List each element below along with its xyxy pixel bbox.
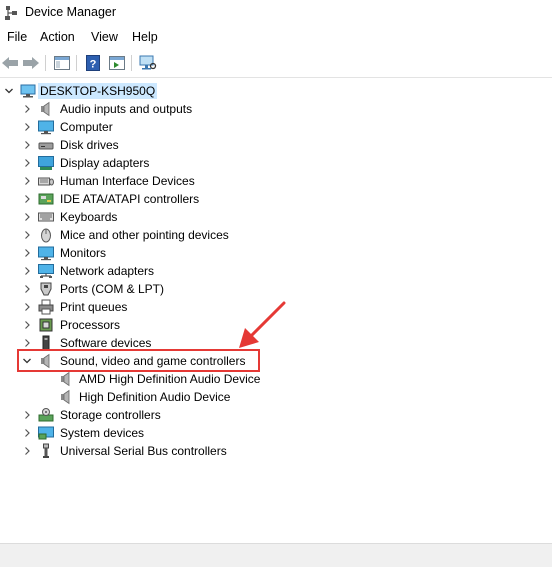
speaker-icon xyxy=(38,101,54,117)
chevron-right-icon[interactable] xyxy=(22,194,32,204)
tree-item-label: Network adapters xyxy=(60,264,155,278)
network-adapter-icon xyxy=(38,263,54,279)
tree-item-label: Keyboards xyxy=(60,210,118,224)
tree-item-display-adapters[interactable]: Display adapters xyxy=(0,154,300,172)
chevron-right-icon[interactable] xyxy=(22,266,32,276)
computer-name: DESKTOP-KSH950Q xyxy=(38,83,158,99)
chevron-right-icon[interactable] xyxy=(22,446,32,456)
mouse-icon xyxy=(38,227,54,243)
chevron-right-icon[interactable] xyxy=(22,104,32,114)
properties-icon[interactable] xyxy=(107,53,127,73)
hid-icon xyxy=(38,173,54,189)
toolbar-separator xyxy=(45,55,46,71)
annotation-arrow-icon xyxy=(239,301,286,348)
toolbar-separator xyxy=(76,55,77,71)
chevron-right-icon[interactable] xyxy=(22,158,32,168)
tree-item-monitors[interactable]: Monitors xyxy=(0,244,300,262)
system-device-icon xyxy=(38,425,54,441)
window-title: Device Manager xyxy=(25,5,117,19)
svg-text:?: ? xyxy=(90,59,97,71)
tree-item-human-interface-devices[interactable]: Human Interface Devices xyxy=(0,172,300,190)
usb-icon xyxy=(38,443,54,459)
annotation-highlight-box xyxy=(17,349,260,372)
display-adapter-icon xyxy=(38,155,54,171)
ide-controller-icon xyxy=(38,191,54,207)
computer-icon xyxy=(20,83,36,99)
chevron-right-icon[interactable] xyxy=(22,428,32,438)
tree-item-label: Storage controllers xyxy=(60,408,161,422)
speaker-icon xyxy=(58,389,74,405)
tree-item-label: Audio inputs and outputs xyxy=(60,102,193,116)
tree-item-ide-controllers[interactable]: IDE ATA/ATAPI controllers xyxy=(0,190,300,208)
tree-item-label: System devices xyxy=(60,426,145,440)
tree-item-label: Disk drives xyxy=(60,138,119,152)
tree-child-label: High Definition Audio Device xyxy=(79,390,231,404)
show-hide-console-tree-icon[interactable] xyxy=(52,53,72,73)
tree-item-label: Universal Serial Bus controllers xyxy=(60,444,227,458)
forward-arrow-icon[interactable] xyxy=(21,53,41,73)
tree-item-label: IDE ATA/ATAPI controllers xyxy=(60,192,200,206)
toolbar-separator xyxy=(131,55,132,71)
speaker-icon xyxy=(58,371,74,387)
printer-icon xyxy=(38,299,54,315)
tree-child-amd-hd-audio-device[interactable]: AMD High Definition Audio Device xyxy=(0,370,300,388)
chevron-right-icon[interactable] xyxy=(22,176,32,186)
chevron-right-icon[interactable] xyxy=(22,320,32,330)
tree-item-label: Processors xyxy=(60,318,121,332)
tree-item-label: Mice and other pointing devices xyxy=(60,228,229,242)
chevron-down-icon[interactable] xyxy=(4,86,14,96)
menu-view[interactable]: View xyxy=(91,30,118,44)
tree-item-label: Human Interface Devices xyxy=(60,174,195,188)
chevron-right-icon[interactable] xyxy=(22,248,32,258)
monitor-icon xyxy=(38,119,54,135)
chevron-right-icon[interactable] xyxy=(22,230,32,240)
tree-item-mice[interactable]: Mice and other pointing devices xyxy=(0,226,300,244)
tree-child-label: AMD High Definition Audio Device xyxy=(79,372,261,386)
device-manager-icon xyxy=(3,5,19,21)
tree-item-ports[interactable]: Ports (COM & LPT) xyxy=(0,280,300,298)
tree-item-network-adapters[interactable]: Network adapters xyxy=(0,262,300,280)
processor-icon xyxy=(38,317,54,333)
storage-controller-icon xyxy=(38,407,54,423)
back-arrow-icon[interactable] xyxy=(0,53,20,73)
chevron-right-icon[interactable] xyxy=(22,338,32,348)
tree-item-disk-drives[interactable]: Disk drives xyxy=(0,136,300,154)
menu-file[interactable]: File xyxy=(7,30,27,44)
tree-item-label: Monitors xyxy=(60,246,107,260)
menu-action[interactable]: Action xyxy=(40,30,75,44)
title-bar: Device Manager xyxy=(0,0,552,26)
tree-item-system-devices[interactable]: System devices xyxy=(0,424,300,442)
chevron-right-icon[interactable] xyxy=(22,302,32,312)
toolbar: ? xyxy=(0,50,552,78)
chevron-right-icon[interactable] xyxy=(22,284,32,294)
menu-bar: File Action View Help xyxy=(0,28,552,48)
chevron-right-icon[interactable] xyxy=(22,122,32,132)
tree-item-label: Display adapters xyxy=(60,156,150,170)
tree-root[interactable]: DESKTOP-KSH950Q xyxy=(0,82,300,100)
keyboard-icon xyxy=(38,209,54,225)
port-icon xyxy=(38,281,54,297)
tree-item-keyboards[interactable]: Keyboards xyxy=(0,208,300,226)
chevron-right-icon[interactable] xyxy=(22,410,32,420)
tree-item-label: Ports (COM & LPT) xyxy=(60,282,165,296)
monitor-icon xyxy=(38,245,54,261)
tree-item-label: Print queues xyxy=(60,300,128,314)
tree-item-usb-controllers[interactable]: Universal Serial Bus controllers xyxy=(0,442,300,460)
tree-item-computer[interactable]: Computer xyxy=(0,118,300,136)
scan-hardware-icon[interactable] xyxy=(138,53,158,73)
tree-item-storage-controllers[interactable]: Storage controllers xyxy=(0,406,300,424)
status-bar xyxy=(0,543,552,567)
chevron-right-icon[interactable] xyxy=(22,212,32,222)
tree-item-label: Software devices xyxy=(60,336,152,350)
tree-item-audio-inputs-outputs[interactable]: Audio inputs and outputs xyxy=(0,100,300,118)
disk-drive-icon xyxy=(38,137,54,153)
chevron-right-icon[interactable] xyxy=(22,140,32,150)
tree-item-label: Computer xyxy=(60,120,113,134)
help-icon[interactable]: ? xyxy=(83,53,103,73)
menu-help[interactable]: Help xyxy=(132,30,158,44)
tree-child-hd-audio-device[interactable]: High Definition Audio Device xyxy=(0,388,300,406)
